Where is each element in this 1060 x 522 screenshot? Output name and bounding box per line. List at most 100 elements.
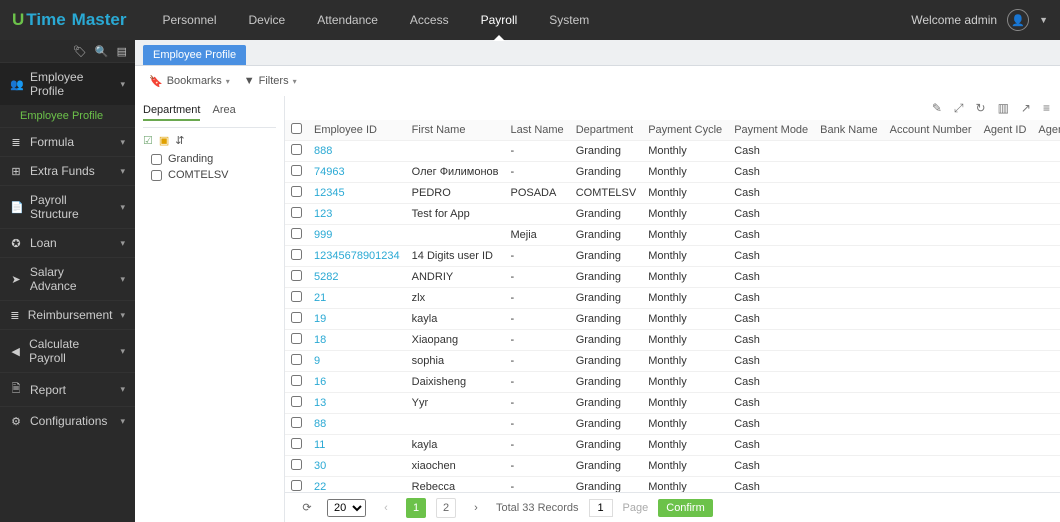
cell-employee-id[interactable]: 74963: [308, 162, 406, 183]
table-row[interactable]: 12345PEDROPOSADACOMTELSVMonthlyCash✎: [285, 183, 1060, 204]
page-1[interactable]: 1: [406, 498, 426, 518]
sidebar-item-payroll-structure[interactable]: 📄Payroll Structure▾: [0, 185, 135, 228]
columns-icon[interactable]: ▥: [998, 101, 1009, 115]
page-size-select[interactable]: 20: [327, 499, 366, 517]
user-menu-caret-icon[interactable]: ▼: [1039, 15, 1048, 25]
refresh-icon[interactable]: ↻: [976, 101, 986, 115]
cell-employee-id[interactable]: 888: [308, 141, 406, 162]
sidebar-subitem-employee-profile[interactable]: Employee Profile: [0, 105, 135, 127]
table-row[interactable]: 21zlx-GrandingMonthlyCash✎: [285, 288, 1060, 309]
select-all-header[interactable]: [285, 120, 308, 141]
row-checkbox[interactable]: [291, 291, 302, 302]
tree-checkbox[interactable]: [151, 170, 162, 181]
table-row[interactable]: 888-GrandingMonthlyCash✎: [285, 141, 1060, 162]
dept-tab-area[interactable]: Area: [212, 104, 235, 121]
table-row[interactable]: 30xiaochen-GrandingMonthlyCash✎: [285, 456, 1060, 477]
row-checkbox[interactable]: [291, 186, 302, 197]
cell-employee-id[interactable]: 12345678901234: [308, 246, 406, 267]
row-checkbox[interactable]: [291, 354, 302, 365]
cell-employee-id[interactable]: 5282: [308, 267, 406, 288]
row-checkbox[interactable]: [291, 144, 302, 155]
col-first-name[interactable]: First Name: [406, 120, 505, 141]
row-checkbox[interactable]: [291, 249, 302, 260]
filters-button[interactable]: ▼ Filters ▾: [244, 75, 297, 87]
cell-employee-id[interactable]: 9: [308, 351, 406, 372]
cell-employee-id[interactable]: 18: [308, 330, 406, 351]
tree-item-comtelsv[interactable]: COMTELSV: [143, 167, 276, 183]
sidebar-item-salary-advance[interactable]: ➤Salary Advance▾: [0, 257, 135, 300]
grid-scroll[interactable]: Employee IDFirst NameLast NameDepartment…: [285, 120, 1060, 492]
nav-system[interactable]: System: [533, 0, 605, 40]
table-row[interactable]: 9sophia-GrandingMonthlyCash✎: [285, 351, 1060, 372]
table-row[interactable]: 88-GrandingMonthlyCash✎: [285, 414, 1060, 435]
col-payment-mode[interactable]: Payment Mode: [728, 120, 814, 141]
confirm-button[interactable]: Confirm: [658, 499, 713, 517]
tab-employee-profile[interactable]: Employee Profile: [143, 45, 246, 65]
cell-employee-id[interactable]: 19: [308, 309, 406, 330]
export-icon[interactable]: ↗: [1021, 101, 1031, 115]
sidebar-item-formula[interactable]: ≣Formula▾: [0, 127, 135, 156]
tree-checkbox[interactable]: [151, 154, 162, 165]
nav-access[interactable]: Access: [394, 0, 465, 40]
col-employee-id[interactable]: Employee ID: [308, 120, 406, 141]
row-checkbox[interactable]: [291, 459, 302, 470]
sidebar-item-employee-profile[interactable]: 👥Employee Profile▾: [0, 62, 135, 105]
user-avatar-button[interactable]: 👤: [1007, 9, 1029, 31]
row-checkbox[interactable]: [291, 438, 302, 449]
table-row[interactable]: 19kayla-GrandingMonthlyCash✎: [285, 309, 1060, 330]
table-row[interactable]: 5282ANDRIY-GrandingMonthlyCash✎: [285, 267, 1060, 288]
row-checkbox[interactable]: [291, 165, 302, 176]
row-checkbox[interactable]: [291, 417, 302, 428]
nav-device[interactable]: Device: [233, 0, 302, 40]
sidebar-item-report[interactable]: 🗎Report▾: [0, 372, 135, 406]
col-agent-account[interactable]: Agent Account: [1032, 120, 1060, 141]
collapse-icon[interactable]: ▤: [117, 45, 127, 58]
next-page-button[interactable]: ›: [466, 498, 486, 518]
table-row[interactable]: 74963Олег Филимонов-GrandingMonthlyCash✎: [285, 162, 1060, 183]
table-row[interactable]: 11kayla-GrandingMonthlyCash✎: [285, 435, 1060, 456]
sidebar-item-calculate-payroll[interactable]: ◀Calculate Payroll▾: [0, 329, 135, 372]
cell-employee-id[interactable]: 30: [308, 456, 406, 477]
row-checkbox[interactable]: [291, 228, 302, 239]
prev-page-button[interactable]: ‹: [376, 498, 396, 518]
row-checkbox[interactable]: [291, 480, 302, 491]
fullscreen-icon[interactable]: ⤢: [954, 101, 964, 116]
row-checkbox[interactable]: [291, 333, 302, 344]
row-checkbox[interactable]: [291, 375, 302, 386]
tag-icon[interactable]: 🏷: [73, 45, 87, 58]
row-checkbox[interactable]: [291, 270, 302, 281]
sidebar-item-loan[interactable]: ✪Loan▾: [0, 228, 135, 257]
cell-employee-id[interactable]: 13: [308, 393, 406, 414]
org-icon[interactable]: ⇵: [175, 134, 184, 147]
cell-employee-id[interactable]: 21: [308, 288, 406, 309]
col-account-number[interactable]: Account Number: [884, 120, 978, 141]
expand-all-icon[interactable]: ▣: [159, 134, 169, 147]
reload-icon[interactable]: ⟳: [297, 498, 317, 518]
cell-employee-id[interactable]: 999: [308, 225, 406, 246]
sidebar-item-configurations[interactable]: ⚙Configurations▾: [0, 406, 135, 435]
cell-employee-id[interactable]: 12345: [308, 183, 406, 204]
col-department[interactable]: Department: [570, 120, 643, 141]
check-all-icon[interactable]: ☑: [143, 134, 153, 147]
cell-employee-id[interactable]: 22: [308, 477, 406, 493]
select-all-checkbox[interactable]: [291, 123, 302, 134]
tree-item-granding[interactable]: Granding: [143, 151, 276, 167]
col-agent-id[interactable]: Agent ID: [978, 120, 1033, 141]
bookmarks-button[interactable]: 🔖 Bookmarks ▾: [149, 75, 230, 88]
dept-tab-department[interactable]: Department: [143, 104, 200, 121]
col-bank-name[interactable]: Bank Name: [814, 120, 883, 141]
nav-personnel[interactable]: Personnel: [146, 0, 232, 40]
sidebar-item-reimbursement[interactable]: ≣Reimbursement▾: [0, 300, 135, 329]
table-row[interactable]: 18Xiaopang-GrandingMonthlyCash✎: [285, 330, 1060, 351]
page-2[interactable]: 2: [436, 498, 456, 518]
row-checkbox[interactable]: [291, 396, 302, 407]
cell-employee-id[interactable]: 123: [308, 204, 406, 225]
table-row[interactable]: 13Yyr-GrandingMonthlyCash✎: [285, 393, 1060, 414]
row-checkbox[interactable]: [291, 207, 302, 218]
sidebar-item-extra-funds[interactable]: ⊞Extra Funds▾: [0, 156, 135, 185]
goto-page-input[interactable]: [589, 499, 613, 517]
table-row[interactable]: 123Test for AppGrandingMonthlyCash✎: [285, 204, 1060, 225]
table-row[interactable]: 999MejiaGrandingMonthlyCash✎: [285, 225, 1060, 246]
nav-attendance[interactable]: Attendance: [301, 0, 394, 40]
settings-icon[interactable]: ≡: [1043, 101, 1050, 115]
